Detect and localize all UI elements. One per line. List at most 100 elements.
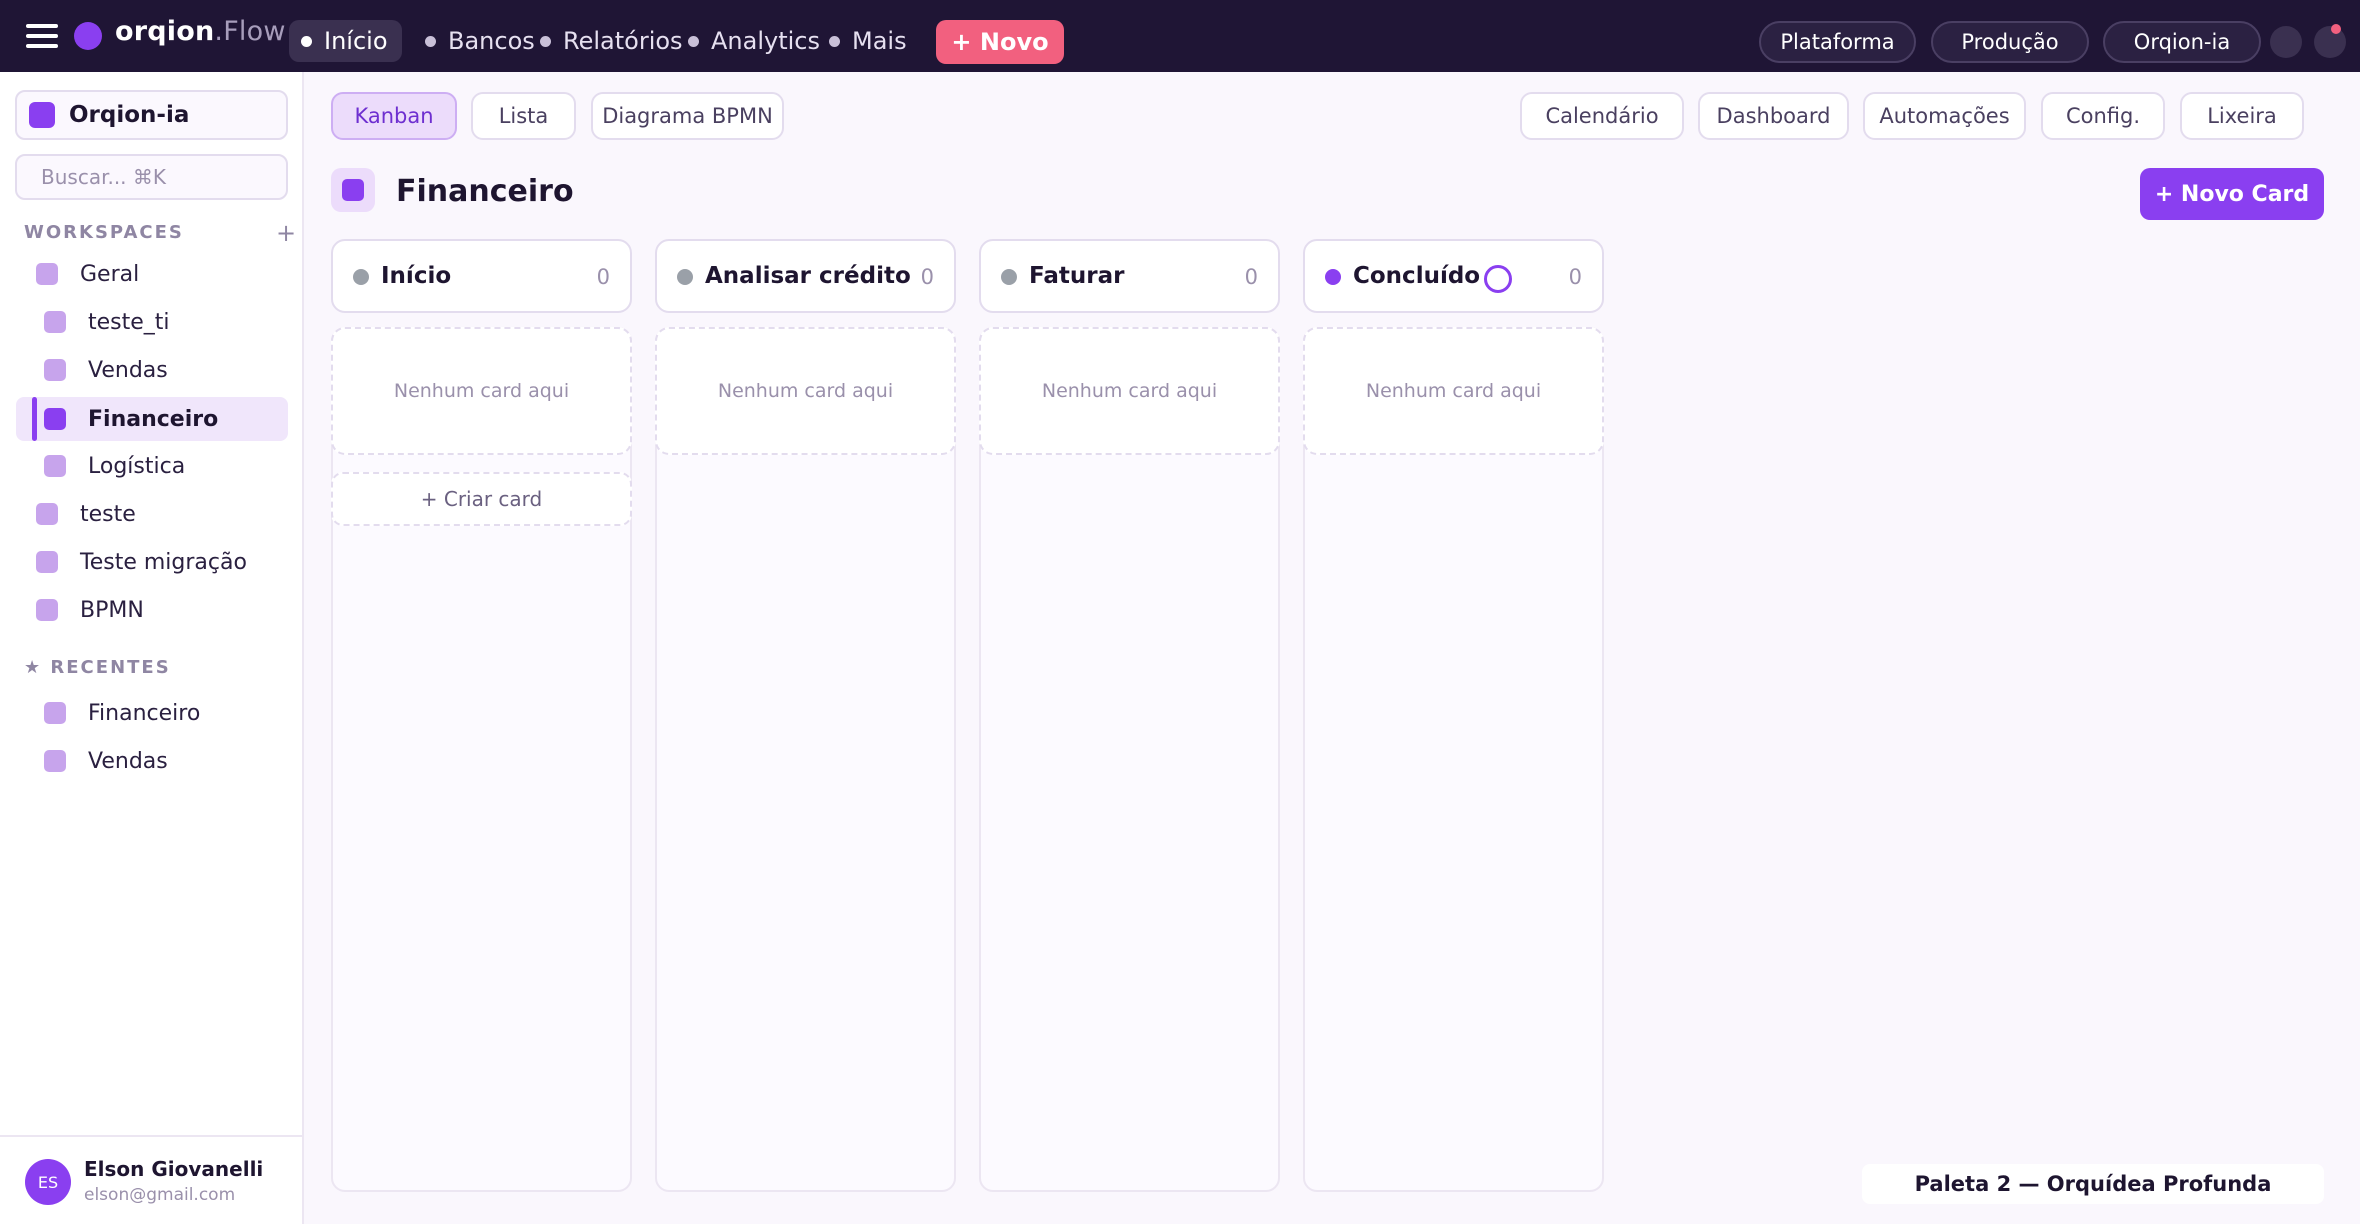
column-header-analisar-credito[interactable]: Analisar crédito 0 — [655, 239, 956, 313]
nav-inicio[interactable]: Início — [289, 20, 402, 62]
workspaces-heading: WORKSPACES — [24, 222, 184, 243]
notification-badge — [2331, 24, 2341, 34]
sidebar-item-logistica[interactable]: Logística — [16, 444, 288, 488]
user-profile[interactable]: ES Elson Giovanelli elson@gmail.com — [0, 1135, 302, 1224]
menu-icon[interactable] — [26, 24, 58, 48]
nav-label: Início — [324, 27, 388, 55]
tab-dashboard[interactable]: Dashboard — [1698, 92, 1849, 140]
add-workspace-icon[interactable]: + — [276, 219, 296, 247]
column-count: 0 — [1568, 265, 1582, 289]
workspace-name: Orqion-ia — [69, 102, 190, 128]
sidebar-item-geral[interactable]: Geral — [16, 252, 288, 296]
sidebar-item-label: Logística — [88, 453, 186, 479]
new-card-button[interactable]: + Novo Card — [2140, 168, 2324, 220]
recent-item-financeiro[interactable]: Financeiro — [16, 691, 288, 735]
sidebar-item-label: Geral — [80, 261, 140, 287]
nav-dot-icon — [829, 35, 840, 47]
tab-diagrama-bpmn[interactable]: Diagrama BPMN — [591, 92, 784, 140]
status-dot-icon — [1001, 269, 1017, 285]
workspace-icon — [29, 102, 55, 128]
tab-automacoes[interactable]: Automações — [1863, 92, 2026, 140]
column-body-faturar: Nenhum card aqui — [979, 327, 1280, 1192]
logo-text: orqion — [115, 16, 215, 47]
nav-dot-icon — [425, 35, 436, 47]
org-pill[interactable]: Orqion-ia — [2103, 21, 2261, 63]
nav-mais[interactable]: Mais — [829, 20, 907, 62]
sidebar: Orqion-ia WORKSPACES + Geral teste_ti Ve… — [0, 72, 304, 1224]
recent-heading: ★ RECENTES — [24, 657, 171, 678]
column-title: Faturar — [1029, 263, 1125, 289]
tab-lista[interactable]: Lista — [471, 92, 576, 140]
palette-label: Paleta 2 — Orquídea Profunda — [1862, 1164, 2324, 1204]
logo-suffix: .Flow — [214, 16, 286, 47]
sidebar-item-teste-migracao[interactable]: Teste migração — [16, 540, 288, 584]
workspace-square-icon — [44, 359, 66, 381]
logo-icon — [74, 22, 102, 50]
tab-lixeira[interactable]: Lixeira — [2180, 92, 2304, 140]
sidebar-item-label: Financeiro — [88, 406, 219, 432]
tab-calendario[interactable]: Calendário — [1520, 92, 1684, 140]
workspace-square-icon — [44, 702, 66, 724]
top-bar: orqion.Flow Início Bancos Relatórios Ana… — [0, 0, 2360, 72]
column-body-inicio: Nenhum card aqui + Criar card — [331, 327, 632, 1192]
workspace-square-icon — [44, 750, 66, 772]
nav-dot-icon — [540, 35, 551, 47]
empty-placeholder: Nenhum card aqui — [979, 327, 1280, 455]
nav-relatorios[interactable]: Relatórios — [540, 20, 683, 62]
column-header-inicio[interactable]: Início 0 — [331, 239, 632, 313]
column-title: Início — [381, 263, 452, 289]
recent-item-vendas[interactable]: Vendas — [16, 739, 288, 783]
empty-placeholder: Nenhum card aqui — [655, 327, 956, 455]
column-body-analisar-credito: Nenhum card aqui — [655, 327, 956, 1192]
nav-dot-icon — [301, 35, 312, 47]
sidebar-item-vendas[interactable]: Vendas — [16, 348, 288, 392]
done-ring-icon — [1484, 265, 1512, 293]
workspace-square-icon — [44, 408, 66, 430]
sidebar-item-financeiro[interactable]: Financeiro — [16, 397, 288, 441]
create-card-button[interactable]: + Criar card — [331, 472, 632, 526]
tab-config[interactable]: Config. — [2041, 92, 2165, 140]
new-button[interactable]: + Novo — [936, 20, 1064, 64]
tab-kanban[interactable]: Kanban — [331, 92, 457, 140]
user-email: elson@gmail.com — [84, 1185, 236, 1205]
column-count: 0 — [920, 265, 934, 289]
sidebar-item-label: Teste migração — [80, 549, 247, 575]
avatar: ES — [25, 1159, 71, 1205]
user-name: Elson Giovanelli — [84, 1157, 264, 1181]
sidebar-item-label: Vendas — [88, 357, 168, 383]
empty-placeholder: Nenhum card aqui — [1303, 327, 1604, 455]
column-header-concluido[interactable]: Concluído 0 — [1303, 239, 1604, 313]
workspace-square-icon — [44, 311, 66, 333]
page-icon-square — [342, 179, 364, 201]
empty-placeholder: Nenhum card aqui — [331, 327, 632, 455]
workspace-square-icon — [36, 503, 58, 525]
page-title: Financeiro — [396, 174, 574, 209]
notifications-icon[interactable] — [2314, 26, 2346, 58]
environment-pill[interactable]: Produção — [1931, 21, 2089, 63]
column-header-faturar[interactable]: Faturar 0 — [979, 239, 1280, 313]
workspace-selector[interactable]: Orqion-ia — [15, 90, 288, 140]
column-body-concluido: Nenhum card aqui — [1303, 327, 1604, 1192]
column-title: Concluído — [1353, 263, 1481, 289]
workspace-square-icon — [36, 551, 58, 573]
workspace-square-icon — [36, 263, 58, 285]
sidebar-item-teste-ti[interactable]: teste_ti — [16, 300, 288, 344]
nav-label: Bancos — [448, 27, 535, 55]
sidebar-item-bpmn[interactable]: BPMN — [16, 588, 288, 632]
status-dot-icon — [677, 269, 693, 285]
sidebar-item-teste[interactable]: teste — [16, 492, 288, 536]
workspace-square-icon — [44, 455, 66, 477]
platform-pill[interactable]: Plataforma — [1759, 21, 1916, 63]
nav-dot-icon — [688, 35, 699, 47]
column-title: Analisar crédito — [705, 263, 911, 289]
sidebar-item-label: Financeiro — [88, 700, 201, 726]
search-input[interactable] — [15, 154, 288, 200]
status-dot-icon — [353, 269, 369, 285]
app-logo[interactable]: orqion.Flow — [115, 16, 286, 47]
active-indicator — [32, 397, 37, 441]
nav-analytics[interactable]: Analytics — [688, 20, 820, 62]
theme-toggle-icon[interactable] — [2270, 26, 2302, 58]
nav-bancos[interactable]: Bancos — [425, 20, 535, 62]
column-count: 0 — [596, 265, 610, 289]
column-count: 0 — [1244, 265, 1258, 289]
